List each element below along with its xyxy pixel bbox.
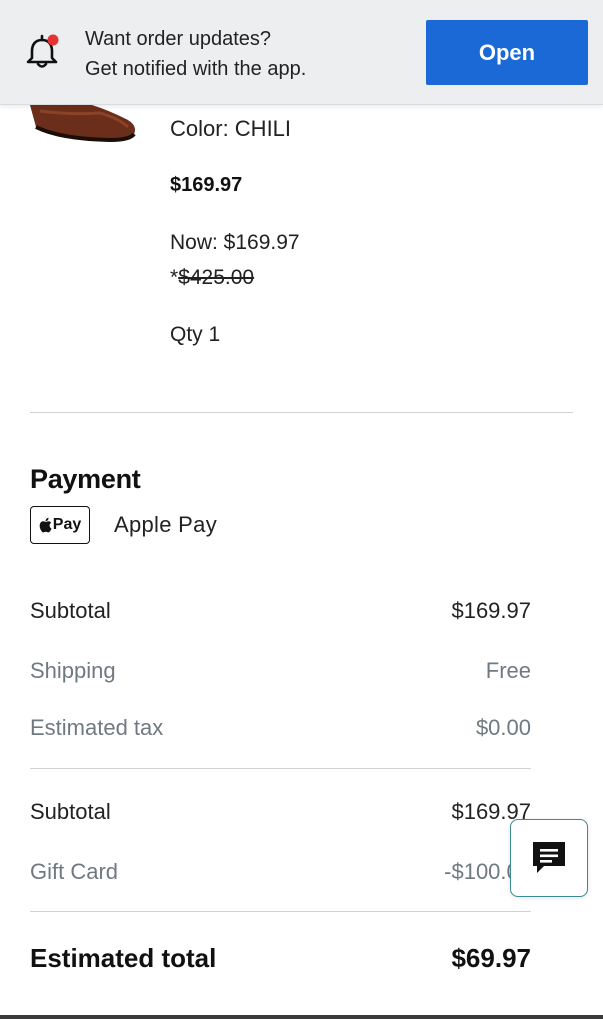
shipping-label: Shipping: [30, 658, 116, 683]
product-image[interactable]: [30, 105, 140, 145]
banner-line-2: Get notified with the app.: [85, 58, 307, 80]
estimated-total-label: Estimated total: [30, 943, 217, 973]
original-price-asterisk: *: [170, 266, 179, 289]
banner-line-1: Want order updates?: [85, 28, 272, 50]
section-divider: [30, 412, 573, 413]
estimated-tax-value: $0.00: [475, 715, 531, 740]
apple-pay-badge-text: Pay: [52, 516, 82, 533]
shipping-value: Free: [485, 658, 531, 683]
apple-pay-badge: Pay: [30, 506, 90, 544]
summary-divider: [30, 768, 531, 769]
subtotal-value: $169.97: [451, 598, 531, 623]
banner-message: Want order updates? Get notified with th…: [85, 24, 306, 84]
product-quantity: Qty 1: [170, 323, 221, 346]
total-divider: [30, 911, 531, 912]
payment-method-name: Apple Pay: [114, 512, 217, 537]
subtotal-after-label: Subtotal: [30, 799, 111, 824]
payment-heading: Payment: [30, 464, 141, 494]
estimated-tax-label: Estimated tax: [30, 715, 164, 740]
chat-button[interactable]: [510, 819, 588, 897]
product-price: $169.97: [170, 174, 243, 196]
app-download-banner: Want order updates? Get notified with th…: [0, 0, 603, 105]
open-app-button[interactable]: Open: [426, 20, 588, 85]
subtotal-label: Subtotal: [30, 598, 111, 623]
apple-logo-icon: [39, 517, 52, 533]
product-original-price: *$425.00: [170, 266, 254, 290]
product-now-price: Now: $169.97: [170, 231, 300, 254]
estimated-total-value: $69.97: [451, 943, 531, 973]
product-color: Color: CHILI: [170, 116, 292, 141]
chat-message-icon: [533, 842, 565, 873]
gift-card-label: Gift Card: [30, 859, 119, 884]
bell-notification-icon: [26, 34, 59, 68]
bottom-edge-bar: [0, 1015, 603, 1019]
original-price-value: $425.00: [178, 266, 255, 289]
